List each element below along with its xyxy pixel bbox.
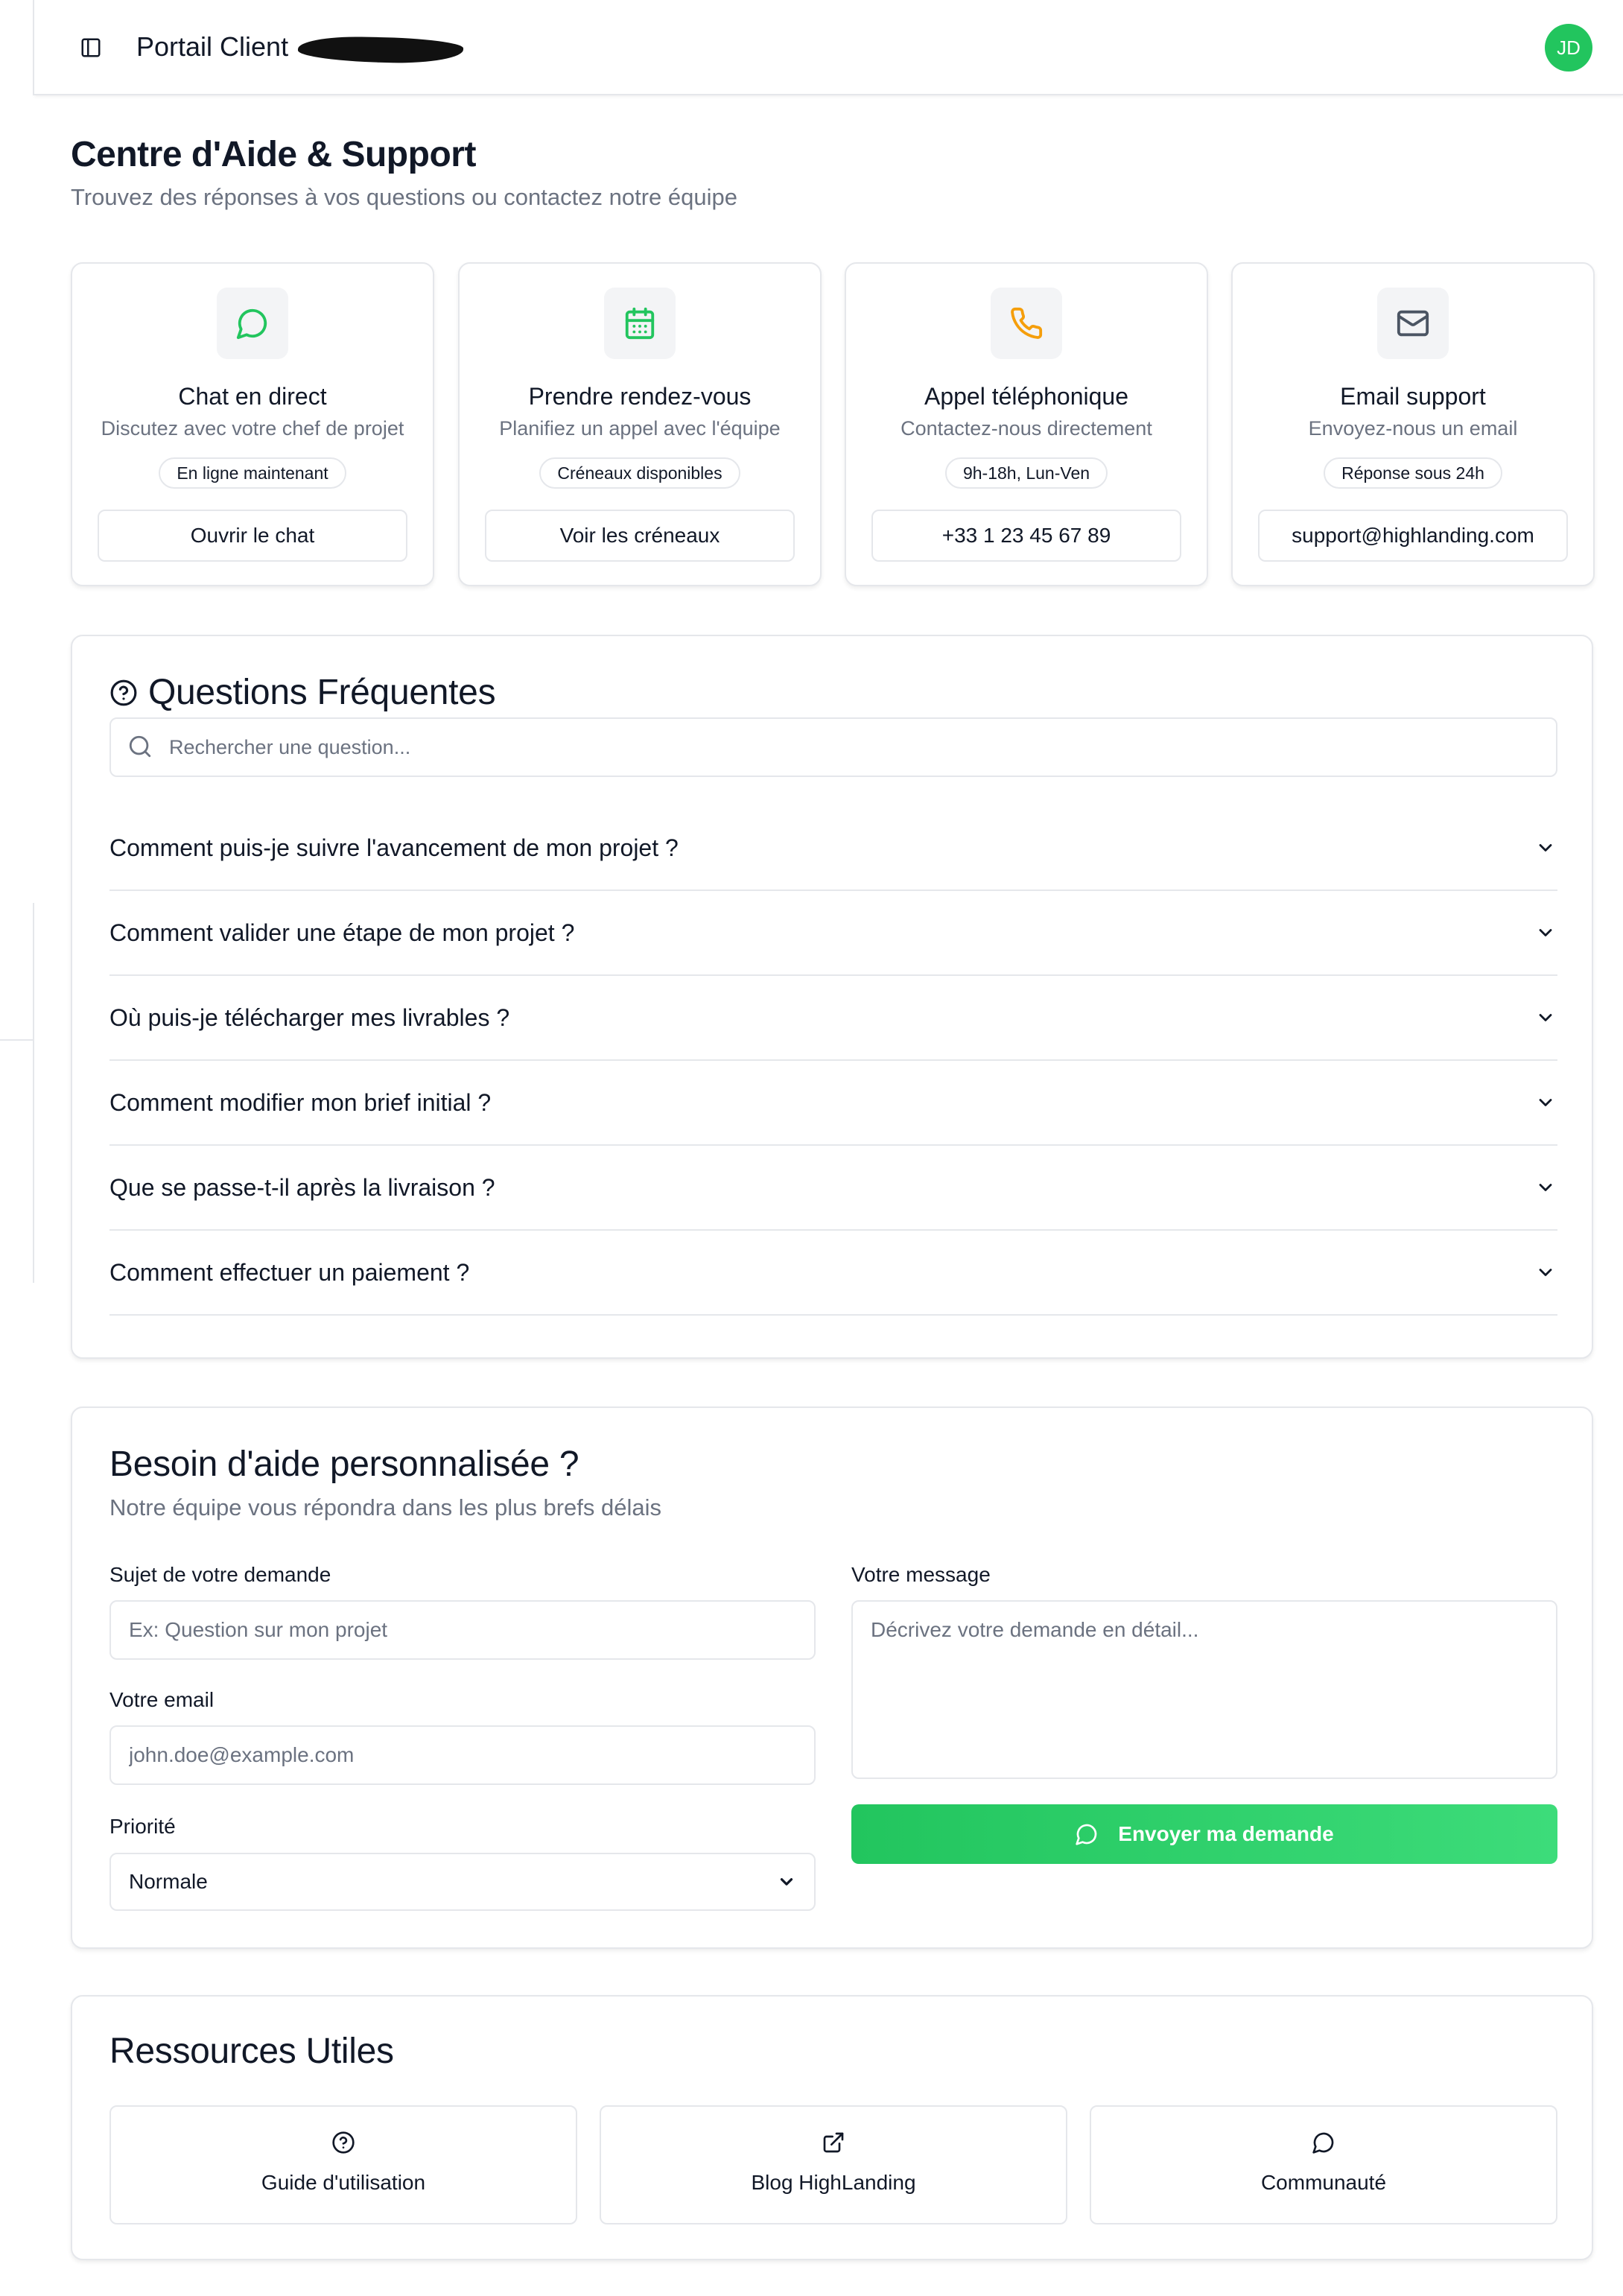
chevron-down-icon — [1539, 1099, 1552, 1106]
calendar-icon — [625, 307, 655, 340]
email-field[interactable] — [109, 1725, 816, 1785]
message-label: Votre message — [851, 1563, 991, 1586]
search-icon — [129, 735, 151, 758]
sidebar-toggle-button[interactable] — [74, 33, 107, 63]
avatar[interactable]: JD — [1545, 24, 1592, 72]
contact-card-description: Contactez-nous directement — [901, 417, 1152, 440]
faq-question: Que se passe-t-il après la livraison ? — [109, 1173, 495, 1201]
contact-card-title: Chat en direct — [178, 383, 327, 410]
help-circle-icon — [110, 679, 137, 705]
chat-bubble-icon — [1312, 2132, 1334, 2154]
call-phone-button[interactable]: +33 1 23 45 67 89 — [871, 510, 1181, 562]
contact-card-phone: Appel téléphonique Contactez-nous direct… — [845, 262, 1208, 586]
faq-list: Comment puis-je suivre l'avancement de m… — [109, 806, 1557, 1316]
contact-card-description: Discutez avec votre chef de projet — [101, 417, 404, 440]
support-request-form: Besoin d'aide personnalisée ? Notre équi… — [71, 1407, 1593, 1949]
priority-selected-value: Normale — [129, 1870, 208, 1893]
resources-title: Ressources Utiles — [109, 2032, 394, 2071]
page-subtitle: Trouvez des réponses à vos questions ou … — [71, 184, 737, 210]
open-chat-button[interactable]: Ouvrir le chat — [98, 510, 407, 562]
email-support-button[interactable]: support@highlanding.com — [1258, 510, 1568, 562]
message-textarea[interactable] — [851, 1600, 1557, 1779]
form-subtitle: Notre équipe vous répondra dans les plus… — [109, 1494, 662, 1520]
chevron-down-icon — [780, 1878, 793, 1886]
contact-card-icon-box — [217, 288, 288, 359]
help-circle-icon — [332, 2131, 355, 2154]
faq-question: Comment puis-je suivre l'avancement de m… — [109, 834, 679, 861]
sidebar-remnant-divider — [0, 1039, 33, 1041]
status-badge: 9h-18h, Lun-Ven — [944, 457, 1108, 489]
faq-question: Comment modifier mon brief initial ? — [109, 1088, 492, 1116]
view-slots-button[interactable]: Voir les créneaux — [485, 510, 795, 562]
send-request-label: Envoyer ma demande — [1118, 1822, 1334, 1845]
contact-card-description: Planifiez un appel avec l'équipe — [499, 417, 781, 440]
priority-select[interactable]: Normale — [109, 1853, 816, 1911]
external-link-icon — [823, 2132, 844, 2153]
contact-card-title: Email support — [1340, 383, 1486, 410]
status-badge: En ligne maintenant — [159, 457, 346, 489]
sidebar-edge — [33, 0, 34, 95]
contact-card-appointment: Prendre rendez-vous Planifiez un appel a… — [458, 262, 822, 586]
chevron-down-icon — [1539, 929, 1552, 936]
resource-community[interactable]: Communauté — [1090, 2105, 1557, 2224]
contact-card-icon-box — [991, 288, 1062, 359]
mail-icon — [1397, 310, 1429, 337]
faq-section: Questions Fréquentes Comment puis-je sui… — [71, 635, 1593, 1359]
chevron-down-icon — [1539, 1269, 1552, 1276]
status-badge: Créneaux disponibles — [539, 457, 740, 489]
chevron-down-icon — [1539, 844, 1552, 852]
resource-label: Blog HighLanding — [751, 2171, 916, 2194]
contact-card-description: Envoyez-nous un email — [1308, 417, 1518, 440]
faq-item[interactable]: Comment modifier mon brief initial ? — [109, 1061, 1557, 1146]
subject-input[interactable] — [109, 1600, 816, 1660]
resource-label: Guide d'utilisation — [261, 2171, 426, 2194]
contact-card-title: Prendre rendez-vous — [528, 383, 752, 410]
chat-bubble-icon — [1076, 1824, 1097, 1845]
send-request-button[interactable]: Envoyer ma demande — [851, 1804, 1557, 1864]
faq-question: Où puis-je télécharger mes livrables ? — [109, 1003, 510, 1031]
chevron-down-icon — [1539, 1184, 1552, 1191]
resource-label: Communauté — [1260, 2171, 1387, 2194]
contact-card-icon-box — [1377, 288, 1449, 359]
priority-label: Priorité — [109, 1815, 176, 1838]
faq-item[interactable]: Comment puis-je suivre l'avancement de m… — [109, 806, 1557, 891]
status-badge: Réponse sous 24h — [1324, 457, 1502, 489]
app-title: Portail Client — [136, 31, 289, 62]
faq-question: Comment effectuer un paiement ? — [109, 1258, 470, 1286]
contact-card-icon-box — [604, 288, 676, 359]
chevron-down-icon — [1539, 1014, 1552, 1021]
resource-user-guide[interactable]: Guide d'utilisation — [109, 2105, 577, 2224]
faq-item[interactable]: Comment effectuer un paiement ? — [109, 1231, 1557, 1316]
phone-icon — [1011, 307, 1043, 339]
faq-item[interactable]: Comment valider une étape de mon projet … — [109, 891, 1557, 976]
faq-question: Comment valider une étape de mon projet … — [109, 919, 575, 946]
chat-bubble-icon — [236, 308, 267, 340]
sidebar-remnant-line — [33, 903, 34, 1283]
contact-card-chat: Chat en direct Discutez avec votre chef … — [71, 262, 434, 586]
contact-card-email: Email support Envoyez-nous un email Répo… — [1231, 262, 1595, 586]
faq-search-box — [109, 717, 1557, 777]
email-label: Votre email — [109, 1688, 215, 1711]
faq-item[interactable]: Où puis-je télécharger mes livrables ? — [109, 976, 1557, 1061]
resource-blog[interactable]: Blog HighLanding — [600, 2105, 1067, 2224]
page-title: Centre d'Aide & Support — [71, 135, 476, 174]
faq-item[interactable]: Que se passe-t-il après la livraison ? — [109, 1146, 1557, 1231]
contact-card-title: Appel téléphonique — [924, 383, 1128, 410]
form-title: Besoin d'aide personnalisée ? — [109, 1444, 579, 1484]
faq-title: Questions Fréquentes — [148, 673, 496, 712]
resources-section: Ressources Utiles Guide d'utilisation Bl… — [71, 1995, 1593, 2260]
faq-search-input[interactable] — [169, 729, 1540, 765]
sidebar-panel-icon — [81, 38, 101, 57]
subject-label: Sujet de votre demande — [109, 1563, 331, 1586]
